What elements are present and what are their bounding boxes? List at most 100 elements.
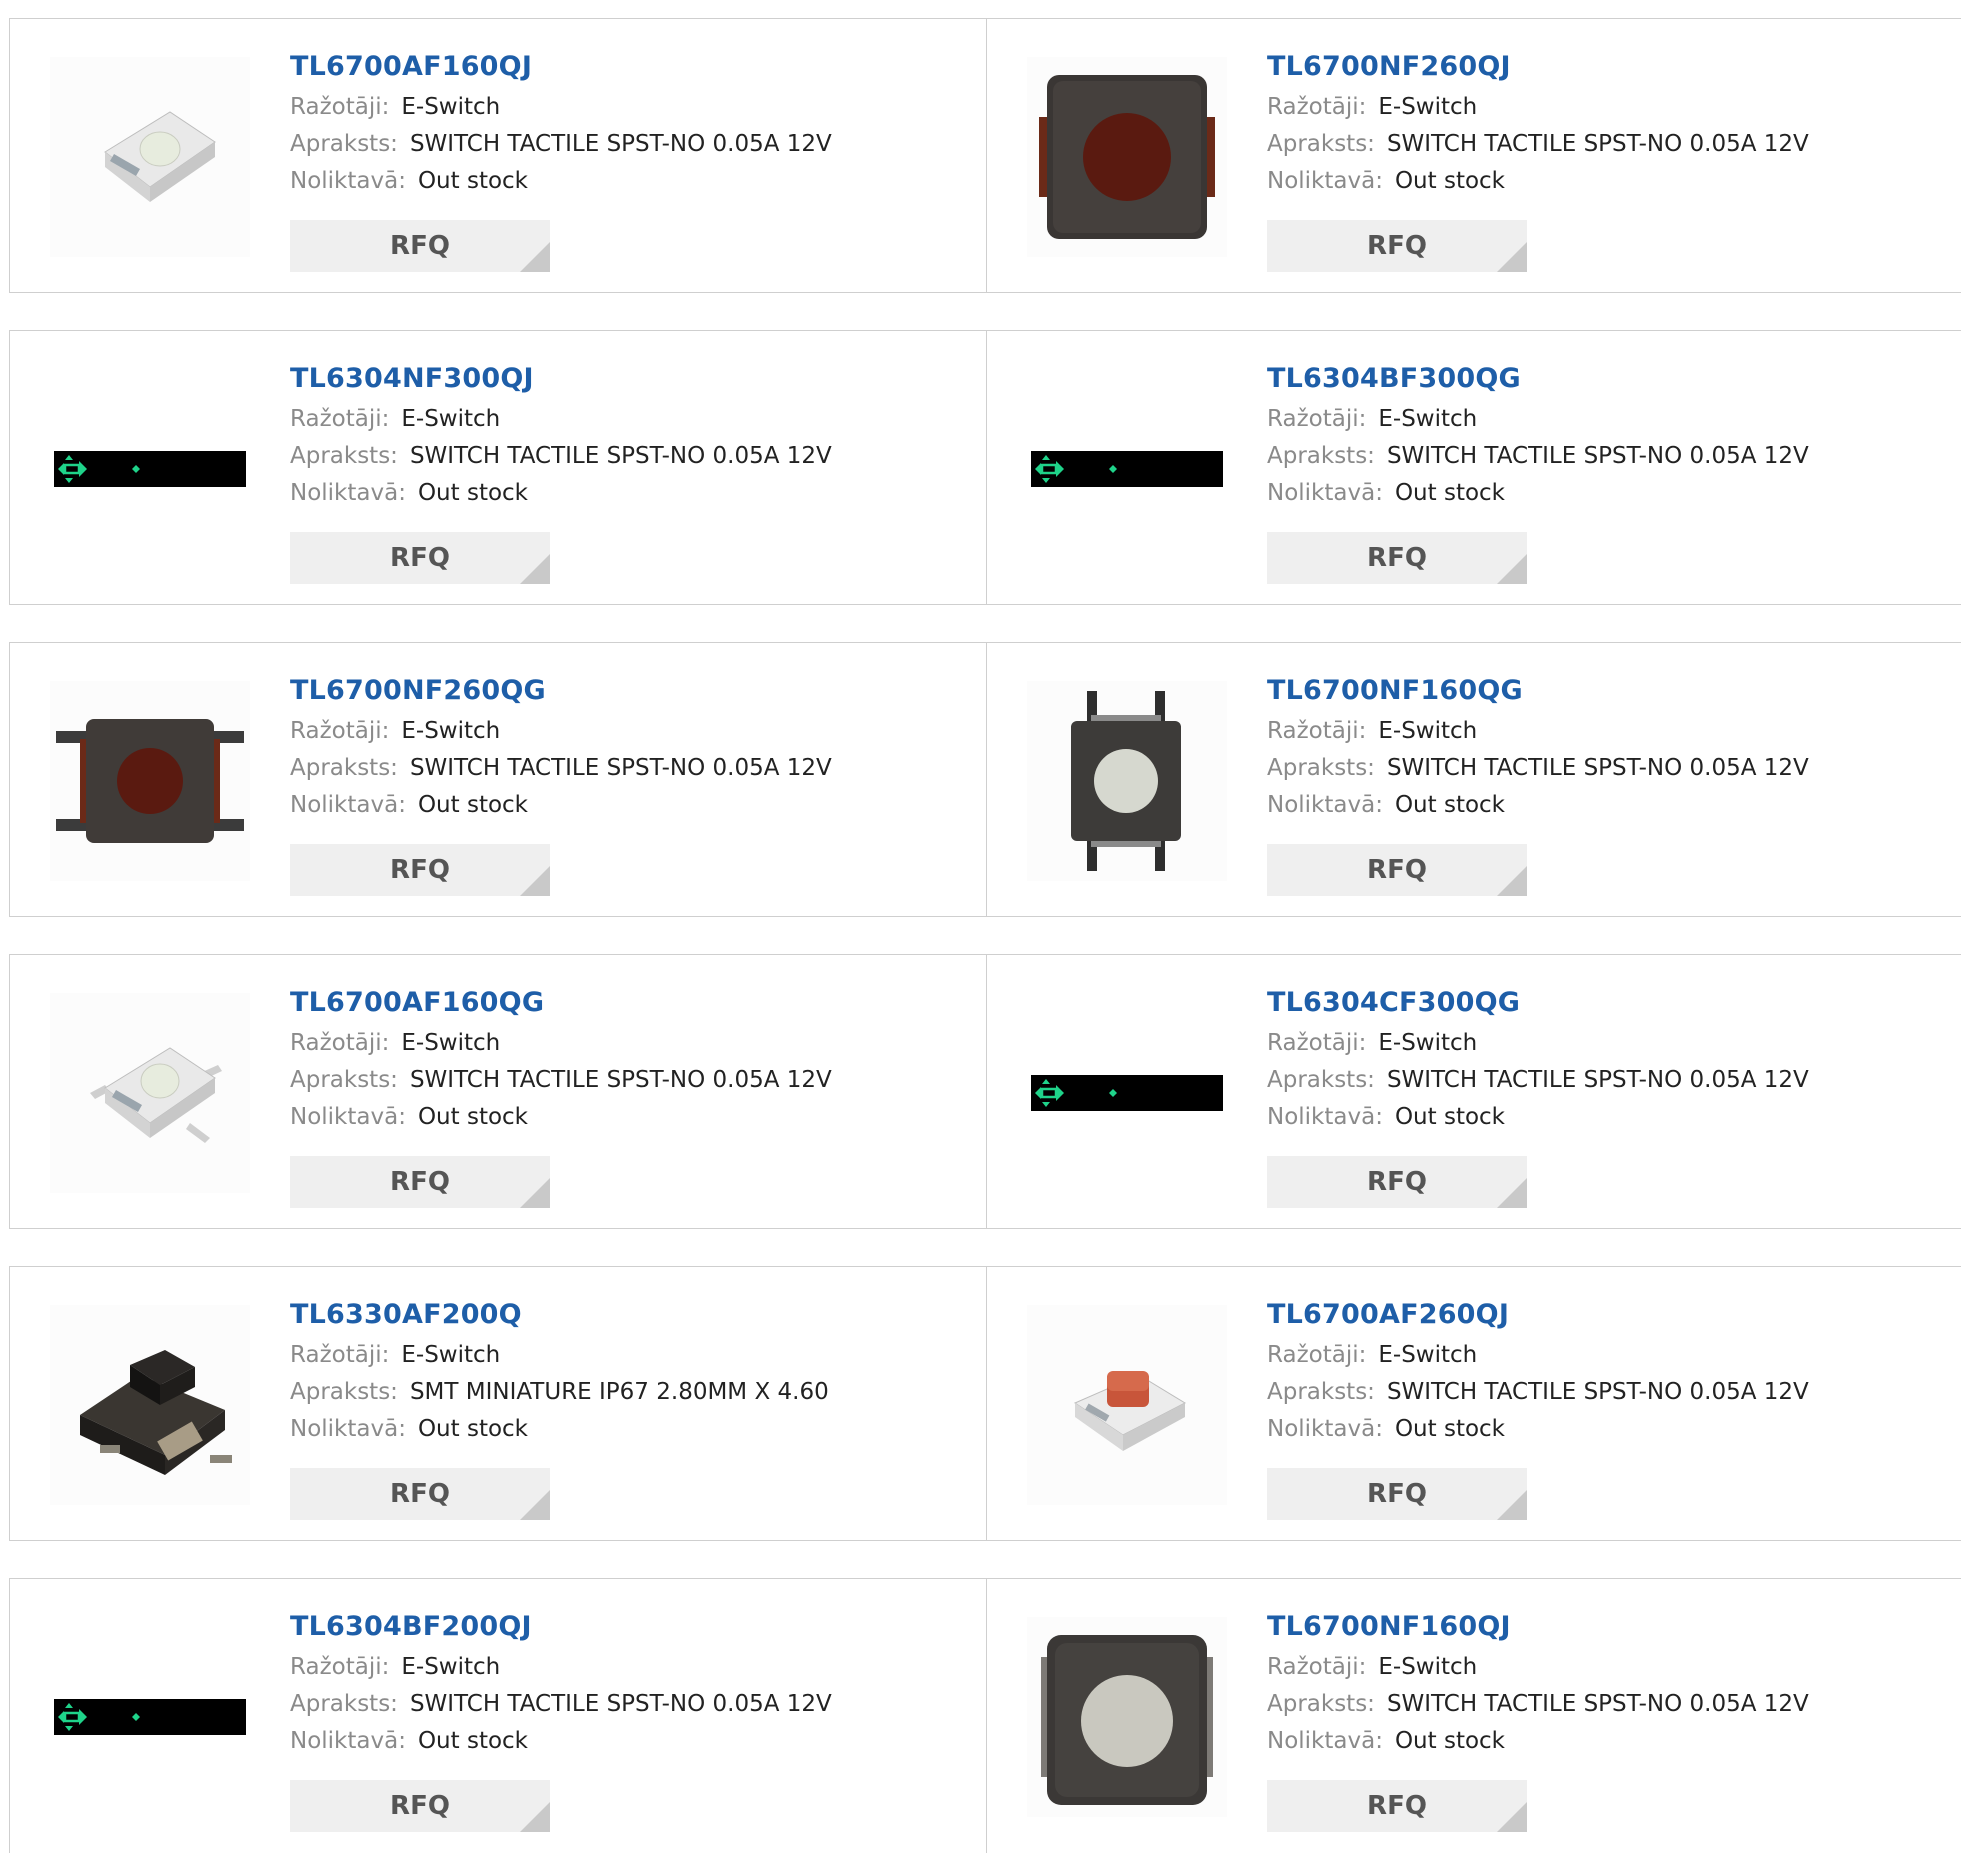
product-image[interactable] [1027, 1617, 1227, 1817]
manufacturer-label: Ražotāji: [1267, 1342, 1367, 1368]
rfq-button[interactable]: RFQ [1267, 844, 1527, 896]
stock-row: Noliktavā: Out stock [1267, 1411, 1809, 1448]
description-label: Apraksts: [1267, 1067, 1375, 1093]
rfq-button[interactable]: RFQ [290, 1780, 550, 1832]
stock-value: Out stock [1394, 480, 1506, 506]
stock-value: Out stock [1394, 792, 1506, 818]
rfq-button[interactable]: RFQ [1267, 220, 1527, 272]
stock-value: Out stock [417, 1104, 529, 1130]
rfq-button[interactable]: RFQ [290, 532, 550, 584]
rfq-button[interactable]: RFQ [1267, 1156, 1527, 1208]
manufacturer-row: Ražotāji: E-Switch [1267, 1025, 1809, 1062]
manufacturer-label: Ražotāji: [290, 406, 390, 432]
description-value: SWITCH TACTILE SPST-NO 0.05A 12V [409, 1691, 832, 1717]
corner-triangle-icon [1497, 1178, 1527, 1208]
stock-value: Out stock [1394, 168, 1506, 194]
description-value: SWITCH TACTILE SPST-NO 0.05A 12V [409, 443, 832, 469]
description-label: Apraksts: [290, 1379, 398, 1405]
part-number-link[interactable]: TL6700NF160QJ [1267, 1609, 1809, 1649]
manufacturer-row: Ražotāji: E-Switch [1267, 1649, 1809, 1686]
part-number-link[interactable]: TL6304BF200QJ [290, 1609, 832, 1649]
product-image[interactable] [50, 993, 250, 1193]
part-number-link[interactable]: TL6700NF260QG [290, 673, 832, 713]
corner-triangle-icon [520, 866, 550, 896]
description-row: Apraksts: SWITCH TACTILE SPST-NO 0.05A 12… [1267, 1374, 1809, 1411]
stock-label: Noliktavā: [1267, 1104, 1383, 1130]
description-value: SWITCH TACTILE SPST-NO 0.05A 12V [1386, 131, 1809, 157]
manufacturer-label: Ražotāji: [1267, 1030, 1367, 1056]
corner-triangle-icon [1497, 554, 1527, 584]
description-label: Apraksts: [1267, 131, 1375, 157]
rfq-label: RFQ [1367, 1167, 1427, 1197]
no-image-placeholder-icon [54, 451, 246, 487]
part-number-link[interactable]: TL6330AF200Q [290, 1297, 829, 1337]
part-number-link[interactable]: TL6700NF160QG [1267, 673, 1809, 713]
product-card: TL6330AF200Q Ražotāji: E-Switch Apraksts:… [9, 1266, 987, 1541]
manufacturer-row: Ražotāji: E-Switch [290, 1337, 829, 1374]
rfq-label: RFQ [390, 543, 450, 573]
product-card: TL6700AF260QJ Ražotāji: E-Switch Apraksts… [987, 1266, 1961, 1541]
corner-triangle-icon [1497, 866, 1527, 896]
stock-label: Noliktavā: [290, 480, 406, 506]
stock-value: Out stock [417, 1728, 529, 1754]
product-image[interactable] [50, 57, 250, 257]
part-number-link[interactable]: TL6700AF260QJ [1267, 1297, 1809, 1337]
manufacturer-value: E-Switch [401, 94, 501, 120]
part-number-link[interactable]: TL6700NF260QJ [1267, 49, 1809, 89]
product-image[interactable] [50, 369, 250, 569]
stock-value: Out stock [417, 480, 529, 506]
rfq-label: RFQ [1367, 855, 1427, 885]
product-image[interactable] [1027, 681, 1227, 881]
part-number-link[interactable]: TL6304CF300QG [1267, 985, 1809, 1025]
manufacturer-value: E-Switch [1378, 94, 1478, 120]
rfq-button[interactable]: RFQ [1267, 1468, 1527, 1520]
rfq-label: RFQ [1367, 1479, 1427, 1509]
rfq-button[interactable]: RFQ [290, 1468, 550, 1520]
manufacturer-value: E-Switch [1378, 406, 1478, 432]
description-row: Apraksts: SWITCH TACTILE SPST-NO 0.05A 12… [290, 126, 832, 163]
stock-row: Noliktavā: Out stock [290, 163, 832, 200]
corner-triangle-icon [520, 554, 550, 584]
manufacturer-value: E-Switch [1378, 1654, 1478, 1680]
manufacturer-value: E-Switch [1378, 1030, 1478, 1056]
product-image[interactable] [50, 1617, 250, 1817]
manufacturer-label: Ražotāji: [290, 1342, 390, 1368]
description-value: SWITCH TACTILE SPST-NO 0.05A 12V [1386, 443, 1809, 469]
rfq-button[interactable]: RFQ [290, 1156, 550, 1208]
product-image[interactable] [1027, 57, 1227, 257]
description-value: SWITCH TACTILE SPST-NO 0.05A 12V [1386, 1691, 1809, 1717]
rfq-label: RFQ [390, 231, 450, 261]
description-value: SWITCH TACTILE SPST-NO 0.05A 12V [1386, 1067, 1809, 1093]
description-value: SWITCH TACTILE SPST-NO 0.05A 12V [409, 755, 832, 781]
part-number-link[interactable]: TL6304BF300QG [1267, 361, 1809, 401]
rfq-button[interactable]: RFQ [290, 844, 550, 896]
product-image[interactable] [1027, 369, 1227, 569]
product-image[interactable] [1027, 993, 1227, 1193]
description-value: SWITCH TACTILE SPST-NO 0.05A 12V [1386, 1379, 1809, 1405]
manufacturer-row: Ražotāji: E-Switch [1267, 89, 1809, 126]
part-number-link[interactable]: TL6304NF300QJ [290, 361, 832, 401]
stock-row: Noliktavā: Out stock [1267, 475, 1809, 512]
part-number-link[interactable]: TL6700AF160QG [290, 985, 832, 1025]
description-label: Apraksts: [290, 443, 398, 469]
dark-switch-white-button-leads-icon [1071, 691, 1181, 871]
product-card: TL6700AF160QG Ražotāji: E-Switch Apraksts… [9, 954, 987, 1229]
product-card: TL6700AF160QJ Ražotāji: E-Switch Apraksts… [9, 18, 987, 293]
rfq-button[interactable]: RFQ [290, 220, 550, 272]
rfq-button[interactable]: RFQ [1267, 532, 1527, 584]
rfq-label: RFQ [1367, 231, 1427, 261]
product-image[interactable] [50, 681, 250, 881]
white-smd-switch-icon [104, 111, 216, 202]
corner-triangle-icon [1497, 1490, 1527, 1520]
manufacturer-row: Ražotāji: E-Switch [1267, 1337, 1809, 1374]
product-image[interactable] [1027, 1305, 1227, 1505]
product-image[interactable] [50, 1305, 250, 1505]
black-side-switch-icon [80, 1350, 232, 1475]
manufacturer-row: Ražotāji: E-Switch [290, 713, 832, 750]
dark-switch-red-button-icon [1039, 75, 1215, 239]
rfq-button[interactable]: RFQ [1267, 1780, 1527, 1832]
manufacturer-value: E-Switch [1378, 1342, 1478, 1368]
stock-label: Noliktavā: [1267, 1416, 1383, 1442]
part-number-link[interactable]: TL6700AF160QJ [290, 49, 832, 89]
description-row: Apraksts: SWITCH TACTILE SPST-NO 0.05A 12… [1267, 126, 1809, 163]
